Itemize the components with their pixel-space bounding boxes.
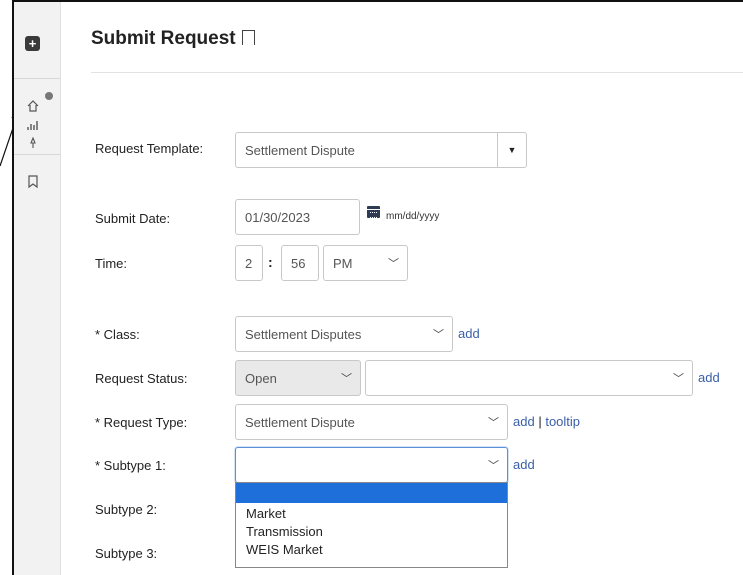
status-secondary-select[interactable]: ﹀ — [365, 360, 693, 396]
bar-chart-icon[interactable] — [26, 118, 40, 132]
submit-date-input[interactable]: 01/30/2023 — [235, 199, 360, 235]
subtype1-select[interactable]: ﹀ — [235, 447, 508, 483]
template-dropdown-button[interactable]: ▼ — [497, 132, 527, 168]
status-select[interactable]: Open ﹀ — [235, 360, 361, 396]
subtype1-add-link[interactable]: add — [513, 457, 535, 472]
chevron-down-icon: ﹀ — [341, 373, 352, 385]
request-type-select[interactable]: Settlement Dispute ﹀ — [235, 404, 508, 440]
time-hour-input[interactable]: 2 — [235, 245, 263, 281]
time-label: Time: — [95, 256, 128, 271]
plus-icon[interactable]: + — [25, 36, 40, 51]
pin-icon[interactable] — [26, 137, 40, 149]
bookmark-icon[interactable] — [26, 174, 40, 189]
subtype2-label: Subtype 2: — [95, 502, 158, 517]
calendar-icon[interactable] — [367, 206, 380, 218]
home-icon[interactable] — [26, 99, 40, 113]
class-add-link[interactable]: add — [458, 326, 480, 341]
dropdown-option-weis-market[interactable]: WEIS Market — [236, 541, 507, 559]
title-divider — [91, 72, 743, 73]
dropdown-option-market[interactable]: Market — [236, 505, 507, 523]
subtype1-label: * Subtype 1: — [95, 458, 166, 473]
request-type-value: Settlement Dispute — [245, 414, 355, 430]
notification-dot — [45, 92, 53, 100]
submit-date-label: Submit Date: — [95, 211, 171, 226]
template-value: Settlement Dispute — [245, 142, 355, 158]
template-input[interactable]: Settlement Dispute — [235, 132, 498, 168]
class-select[interactable]: Settlement Disputes ﹀ — [235, 316, 453, 352]
time-ampm-value: PM — [333, 255, 353, 271]
time-colon: : — [268, 254, 273, 270]
request-type-label: * Request Type: — [95, 415, 188, 430]
sidebar-divider — [14, 78, 60, 79]
left-sidebar: + — [14, 2, 61, 575]
status-add-link[interactable]: add — [698, 370, 720, 385]
status-label: Request Status: — [95, 371, 188, 386]
subtype1-dropdown-list: Market Transmission WEIS Market — [235, 482, 508, 568]
submit-date-value: 01/30/2023 — [245, 209, 311, 225]
bookmark-icon[interactable] — [241, 30, 255, 45]
time-minute-input[interactable]: 56 — [281, 245, 319, 281]
dropdown-option-transmission[interactable]: Transmission — [236, 523, 507, 541]
request-type-links: add | tooltip — [513, 414, 580, 429]
page-title: Submit Request — [91, 28, 255, 50]
subtype3-label: Subtype 3: — [95, 546, 158, 561]
chevron-down-icon: ﹀ — [388, 258, 399, 270]
chevron-down-icon: ﹀ — [488, 460, 499, 472]
time-ampm-select[interactable]: PM ﹀ — [323, 245, 408, 281]
template-label: Request Template: — [95, 141, 204, 156]
chevron-down-icon: ﹀ — [488, 417, 499, 429]
link-separator: | — [538, 414, 542, 429]
status-value: Open — [245, 370, 277, 386]
class-value: Settlement Disputes — [245, 326, 362, 342]
window-top-border — [12, 0, 743, 2]
request-type-add-link[interactable]: add — [513, 414, 535, 429]
date-format-hint: mm/dd/yyyy — [386, 211, 440, 222]
class-label: * Class: — [95, 327, 140, 342]
chevron-down-icon: ﹀ — [433, 329, 444, 341]
dropdown-option-blank[interactable] — [236, 483, 507, 503]
request-type-tooltip-link[interactable]: tooltip — [545, 414, 580, 429]
time-minute-value: 56 — [291, 255, 306, 271]
page-title-text: Submit Request — [91, 28, 236, 49]
chevron-down-icon: ﹀ — [673, 373, 684, 385]
sidebar-divider — [14, 154, 60, 155]
time-hour-value: 2 — [245, 255, 253, 271]
